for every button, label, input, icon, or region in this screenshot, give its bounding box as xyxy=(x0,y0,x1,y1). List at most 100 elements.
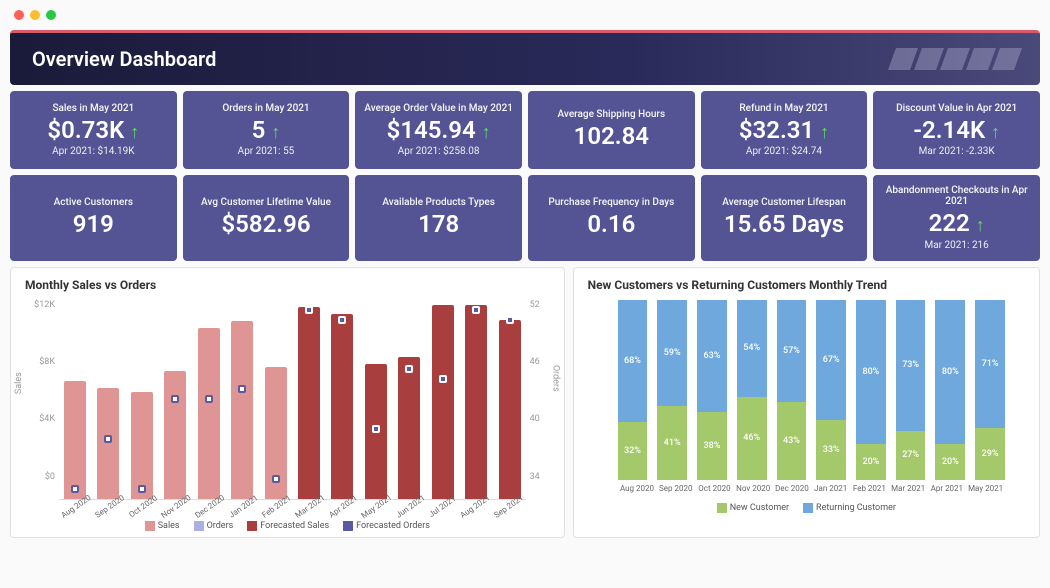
up-arrow-icon: ↑ xyxy=(271,122,280,143)
kpi-card: Available Products Types 178 xyxy=(355,175,522,261)
kpi-value: $32.31 ↑ xyxy=(707,116,862,145)
segment-returning: 80% xyxy=(856,300,886,444)
stacked-bar: 63%38% xyxy=(697,300,727,480)
bar-group xyxy=(59,300,90,499)
bar-group xyxy=(360,300,391,499)
kpi-row-2: Active Customers919 Avg Customer Lifetime… xyxy=(10,175,1040,261)
kpi-card: Abandonment Checkouts in Apr 2021222 ↑ Ma… xyxy=(873,175,1040,261)
max-dot[interactable] xyxy=(46,10,56,20)
kpi-value: 222 ↑ xyxy=(879,209,1034,238)
stacked-bar: 67%33% xyxy=(816,300,846,480)
kpi-sub: Mar 2021: 216 xyxy=(879,240,1034,251)
marker-forecast-orders xyxy=(472,306,480,314)
segment-returning: 54% xyxy=(737,300,767,397)
kpi-title: Abandonment Checkouts in Apr 2021 xyxy=(879,185,1034,207)
marker-orders xyxy=(205,395,213,403)
min-dot[interactable] xyxy=(30,10,40,20)
up-arrow-icon: ↑ xyxy=(991,122,1000,143)
kpi-card: Discount Value in Apr 2021-2.14K ↑Mar 20… xyxy=(873,91,1040,169)
marker-orders xyxy=(272,475,280,483)
bar-group xyxy=(92,300,123,499)
segment-new: 27% xyxy=(896,431,926,480)
marker-orders xyxy=(171,395,179,403)
segment-new: 33% xyxy=(816,420,846,479)
kpi-card: Average Shipping Hours 102.84 xyxy=(528,91,695,169)
y-axis: $12K$8K$4K$0 xyxy=(25,300,59,500)
bar-forecast xyxy=(465,305,487,498)
kpi-value: $0.73K ↑ xyxy=(16,116,171,145)
segment-new: 43% xyxy=(777,402,807,479)
kpi-card: Average Order Value in May 2021$145.94 ↑… xyxy=(355,91,522,169)
bar-group xyxy=(193,300,224,499)
segment-new: 20% xyxy=(935,444,965,480)
bar-area xyxy=(59,300,526,500)
legend-item: New Customer xyxy=(717,503,789,513)
marker-forecast-orders xyxy=(439,375,447,383)
stacked-bar: 71%29% xyxy=(975,300,1005,480)
chart-title: Monthly Sales vs Orders xyxy=(25,278,550,292)
kpi-title: Refund in May 2021 xyxy=(707,103,862,114)
bar-group xyxy=(226,300,257,499)
segment-new: 38% xyxy=(697,412,727,480)
up-arrow-icon: ↑ xyxy=(130,122,139,143)
close-dot[interactable] xyxy=(14,10,24,20)
segment-new: 20% xyxy=(856,444,886,480)
legend-item: Sales xyxy=(145,521,180,531)
bar-forecast xyxy=(331,314,353,499)
marker-forecast-orders xyxy=(506,316,514,324)
kpi-title: Available Products Types xyxy=(361,197,516,208)
stacked-bar: 80%20% xyxy=(856,300,886,480)
marker-forecast-orders xyxy=(305,306,313,314)
bar-sales xyxy=(64,381,86,499)
kpi-title: Sales in May 2021 xyxy=(16,103,171,114)
segment-new: 41% xyxy=(657,406,687,480)
kpi-value: 102.84 xyxy=(534,122,689,151)
up-arrow-icon: ↑ xyxy=(482,122,491,143)
y-axis-label: Sales xyxy=(14,372,24,394)
bar-sales xyxy=(131,392,153,499)
segment-new: 29% xyxy=(975,428,1005,480)
kpi-card: Orders in May 2021 5 ↑Apr 2021: 55 xyxy=(183,91,350,169)
bar-group xyxy=(394,300,425,499)
segment-returning: 57% xyxy=(777,300,807,403)
dashboard-header: Overview Dashboard xyxy=(10,30,1040,85)
kpi-card: Active Customers919 xyxy=(10,175,177,261)
segment-returning: 63% xyxy=(697,300,727,412)
segment-new: 32% xyxy=(618,422,648,480)
kpi-title: Avg Customer Lifetime Value xyxy=(189,197,344,208)
chart-customers: New Customers vs Returning Customers Mon… xyxy=(573,267,1040,538)
kpi-value: 178 xyxy=(361,210,516,239)
kpi-value: 919 xyxy=(16,210,171,239)
kpi-card: Refund in May 2021$32.31 ↑Apr 2021: $24.… xyxy=(701,91,868,169)
marker-orders xyxy=(238,385,246,393)
marker-forecast-orders xyxy=(372,425,380,433)
bar-group xyxy=(461,300,492,499)
bar-sales xyxy=(198,328,220,499)
marker-orders xyxy=(104,435,112,443)
kpi-title: Discount Value in Apr 2021 xyxy=(879,103,1034,114)
segment-returning: 59% xyxy=(657,300,687,406)
kpi-value: 5 ↑ xyxy=(189,116,344,145)
legend: SalesOrdersForecasted SalesForecasted Or… xyxy=(25,521,550,531)
kpi-sub: Apr 2021: $14.19K xyxy=(16,146,171,157)
kpi-title: Average Shipping Hours xyxy=(534,109,689,120)
bar-forecast xyxy=(499,320,521,499)
kpi-row-1: Sales in May 2021 $0.73K ↑Apr 2021: $14.1… xyxy=(10,91,1040,169)
kpi-title: Orders in May 2021 xyxy=(189,103,344,114)
bar-forecast xyxy=(432,305,454,498)
kpi-title: Purchase Frequency in Days xyxy=(534,197,689,208)
x-axis: Aug 2020Sep 2020Oct 2020Nov 2020Dec 2020… xyxy=(588,484,1025,493)
kpi-sub: Apr 2021: $258.08 xyxy=(361,146,516,157)
bar-group xyxy=(427,300,458,499)
kpi-sub: Apr 2021: 55 xyxy=(189,146,344,157)
chart-title: New Customers vs Returning Customers Mon… xyxy=(588,278,1025,292)
kpi-value: $582.96 xyxy=(189,210,344,239)
kpi-card: Purchase Frequency in Days0.16 xyxy=(528,175,695,261)
bar-group xyxy=(260,300,291,499)
kpi-value: 15.65 Days xyxy=(707,210,862,239)
bar-forecast xyxy=(398,357,420,499)
marker-orders xyxy=(138,485,146,493)
page-title: Overview Dashboard xyxy=(32,47,216,71)
legend: New CustomerReturning Customer xyxy=(588,503,1025,513)
legend-item: Forecasted Sales xyxy=(247,521,329,531)
